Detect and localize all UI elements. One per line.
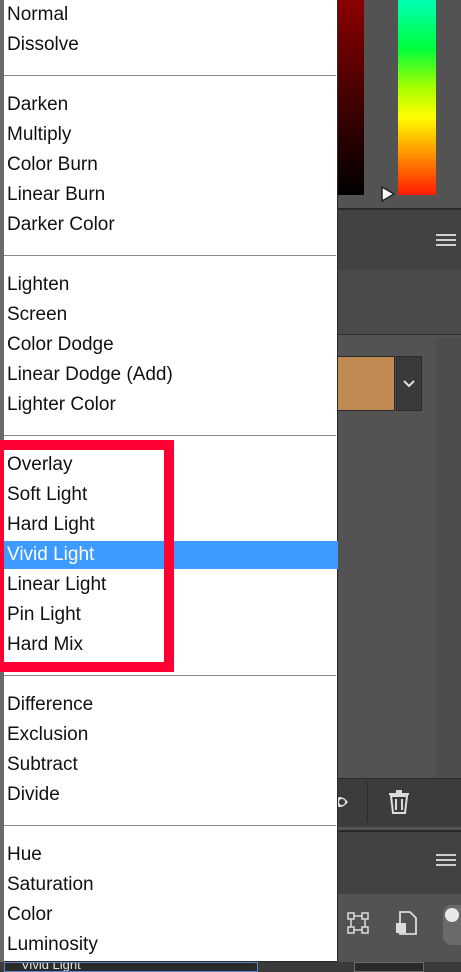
menu-item-multiply[interactable]: Multiply	[7, 121, 332, 149]
menu-item-lighten[interactable]: Lighten	[7, 271, 332, 299]
menu-item-dissolve[interactable]: Dissolve	[7, 31, 332, 59]
gradient-swatch[interactable]	[338, 356, 395, 411]
menu-item-color-burn[interactable]: Color Burn	[7, 151, 332, 179]
menu-item-linear-burn[interactable]: Linear Burn	[7, 181, 332, 209]
menu-item-linear-dodge[interactable]: Linear Dodge (Add)	[7, 361, 332, 389]
chevron-down-icon	[403, 380, 415, 388]
menu-separator	[4, 75, 336, 76]
blend-mode-field[interactable]: Vivid Light	[4, 962, 258, 972]
menu-separator	[4, 255, 336, 256]
color-panel-gap	[364, 0, 397, 205]
menu-item-darken[interactable]: Darken	[7, 91, 332, 119]
color-picker-field[interactable]	[338, 0, 364, 195]
transform-icon[interactable]	[347, 912, 369, 934]
trash-icon[interactable]	[388, 790, 410, 814]
menu-item-darker-color[interactable]: Darker Color	[7, 211, 332, 239]
annotation-box	[0, 440, 174, 672]
panel-scrollbar[interactable]	[436, 338, 461, 778]
menu-item-hue[interactable]: Hue	[7, 841, 332, 869]
toggle-switch[interactable]	[443, 905, 461, 945]
blend-mode-field-value: Vivid Light	[21, 962, 81, 972]
menu-separator	[4, 825, 336, 826]
menu-item-saturation[interactable]: Saturation	[7, 871, 332, 899]
menu-item-lighter-color[interactable]: Lighter Color	[7, 391, 332, 419]
panel-menu-icon[interactable]	[436, 233, 456, 247]
panel-menu-icon[interactable]	[436, 853, 456, 867]
menu-item-exclusion[interactable]: Exclusion	[7, 721, 332, 749]
footer-divider	[367, 782, 368, 822]
eye-icon[interactable]	[332, 790, 354, 814]
menu-item-normal[interactable]: Normal	[7, 1, 332, 29]
bottom-field-2[interactable]	[354, 962, 424, 972]
swatch-dropdown-button[interactable]	[396, 356, 422, 411]
menu-item-difference[interactable]: Difference	[7, 691, 332, 719]
menu-item-divide[interactable]: Divide	[7, 781, 332, 809]
menu-item-screen[interactable]: Screen	[7, 301, 332, 329]
hue-slider[interactable]	[398, 0, 436, 195]
slider-handle-icon[interactable]	[380, 186, 396, 202]
document-icon[interactable]	[396, 911, 418, 935]
menu-item-color[interactable]: Color	[7, 901, 332, 929]
menu-separator	[4, 435, 336, 436]
panel-subheader	[338, 270, 461, 335]
menu-separator	[4, 675, 336, 676]
menu-item-subtract[interactable]: Subtract	[7, 751, 332, 779]
menu-item-luminosity[interactable]: Luminosity	[7, 931, 332, 959]
menu-item-color-dodge[interactable]: Color Dodge	[7, 331, 332, 359]
